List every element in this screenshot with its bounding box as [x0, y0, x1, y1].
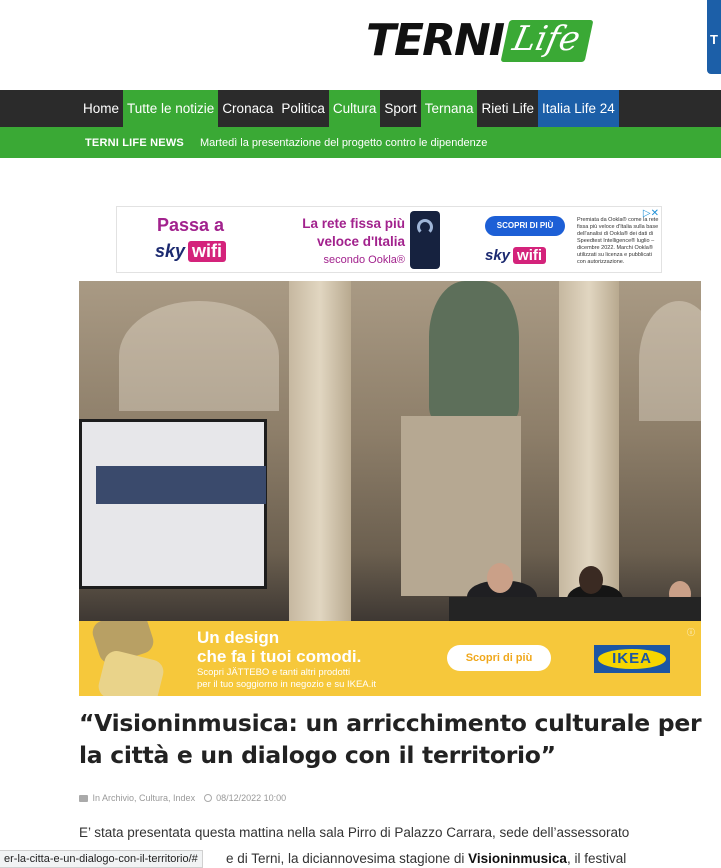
logo-terni-text: TERNI: [366, 15, 505, 66]
article-para-line-1: E’ stata presentata questa mattina nella…: [79, 825, 630, 840]
nav-item-italia-life-24[interactable]: Italia Life 24: [538, 90, 619, 127]
browser-status-url: er-la-citta-e-un-dialogo-con-il-territor…: [0, 850, 203, 868]
ad-info-icon[interactable]: ⓘ: [687, 627, 695, 638]
nav-item-sport[interactable]: Sport: [380, 90, 420, 127]
main-nav: Home Tutte le notizie Cronaca Politica Cultu…: [0, 90, 721, 127]
adchoices-close-icon[interactable]: ▷✕: [643, 208, 659, 219]
article-categories[interactable]: In Archivio, Cultura, Index: [93, 793, 196, 803]
nav-item-rieti-life[interactable]: Rieti Life: [477, 90, 538, 127]
nav-item-cultura[interactable]: Cultura: [328, 90, 381, 127]
news-ticker: TERNI LIFE NEWS Martedì la presentazione…: [0, 127, 721, 158]
ikea-headline-1: Un design: [197, 628, 280, 647]
festival-name: Visioninmusica: [468, 851, 567, 866]
ad-fine-print: Premiata da Ookla® come la rete fissa pi…: [577, 217, 659, 265]
corner-tab[interactable]: T: [707, 0, 721, 74]
ikea-sub-2: per il tuo soggiorno in negozio e su IKE…: [197, 679, 377, 690]
article-hero-image: [79, 281, 701, 621]
article-meta: In Archivio, Cultura, Index 08/12/2022 1…: [79, 793, 286, 803]
nav-item-politica[interactable]: Politica: [277, 90, 329, 127]
statue: [429, 281, 519, 421]
sky-wifi-logo: sky wifi: [155, 241, 227, 262]
site-logo[interactable]: TERNI Life: [366, 10, 594, 72]
logo-life-text: Life: [500, 19, 594, 62]
nav-item-tutte-le-notizie[interactable]: Tutte le notizie: [123, 90, 219, 127]
ad-headline: Passa a: [157, 215, 225, 235]
ikea-ad[interactable]: Un design che fa i tuoi comodi. Scopri J…: [79, 621, 701, 696]
ookla-award-badge-icon: [410, 211, 440, 269]
article-date: 08/12/2022 10:00: [216, 793, 287, 803]
ikea-cta-button[interactable]: Scopri di più: [447, 645, 551, 671]
clock-icon: [203, 794, 212, 802]
ticker-headline-link[interactable]: Martedì la presentazione del progetto co…: [200, 137, 487, 149]
wifi-brand: wifi: [188, 241, 227, 262]
nav-item-ternana[interactable]: Ternana: [420, 90, 478, 127]
ikea-logo-text: IKEA: [598, 649, 666, 669]
nav-item-cronaca[interactable]: Cronaca: [218, 90, 277, 127]
ikea-sub-1: Scopri JÄTTEBO e tanti altri prodotti: [197, 667, 351, 678]
wifi-brand-small: wifi: [513, 247, 547, 264]
projection-screen: [79, 419, 267, 589]
ikea-headline: Un design che fa i tuoi comodi.: [197, 628, 361, 666]
ikea-subtext: Scopri JÄTTEBO e tanti altri prodotti pe…: [197, 667, 376, 691]
ad-claim-source: secondo Ookla®: [323, 254, 406, 266]
ikea-logo: IKEA: [594, 645, 670, 673]
sky-brand: sky: [155, 241, 186, 261]
sky-wifi-ad[interactable]: Passa a sky wifi La rete fissa più veloce…: [116, 206, 662, 273]
para-line-2-end: , il festival: [566, 851, 627, 866]
site-header: TERNI Life T: [0, 0, 721, 90]
sky-wifi-logo-small: sky wifi: [485, 247, 547, 264]
nav-item-home[interactable]: Home: [79, 90, 123, 127]
folder-icon: [79, 795, 88, 802]
conference-table: [449, 597, 701, 621]
ticker-label: TERNI LIFE NEWS: [85, 136, 184, 149]
ad-claim: La rete fissa più veloce d'Italia: [302, 216, 405, 249]
sky-brand-small: sky: [485, 247, 511, 264]
ikea-headline-2: che fa i tuoi comodi.: [197, 647, 362, 666]
nav-list: Home Tutte le notizie Cronaca Politica Cultu…: [79, 90, 619, 127]
article-title: “Visioninmusica: un arricchimento cultur…: [79, 709, 702, 769]
para-line-2-start: e di Terni, la diciannovesima stagione d…: [226, 851, 469, 866]
ad-cta-button[interactable]: SCOPRI DI PIÙ: [485, 216, 565, 236]
